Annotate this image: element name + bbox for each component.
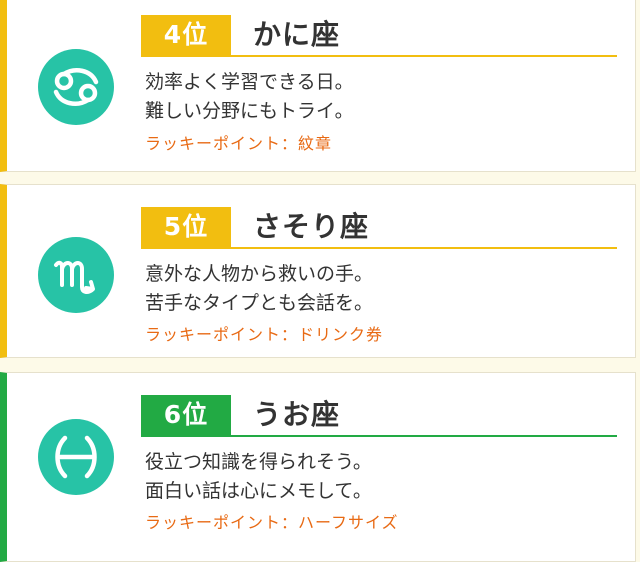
rank-badge: 6位 xyxy=(141,395,231,435)
rank-header: 6位 うお座 xyxy=(141,395,617,437)
rank-badge: 5位 xyxy=(141,207,231,247)
fortune-line: 苦手なタイプとも会話を。 xyxy=(145,292,374,314)
fortune-text: 効率よく学習できる日。 難しい分野にもトライ。 xyxy=(145,68,354,126)
sign-name: さそり座 xyxy=(253,210,370,243)
fortune-text: 役立つ知識を得られそう。 面白い話は心にメモして。 xyxy=(145,448,372,506)
lucky-point: ラッキーポイント：ハーフサイズ xyxy=(145,513,399,532)
ranking-card-scorpio[interactable]: 5位 さそり座 意外な人物から救いの手。 苦手なタイプとも会話を。 ラッキーポイ… xyxy=(0,184,636,358)
sign-name: かに座 xyxy=(253,18,341,51)
ranking-card-cancer[interactable]: 4位 かに座 効率よく学習できる日。 難しい分野にもトライ。 ラッキーポイント：… xyxy=(0,0,636,172)
cancer-icon xyxy=(38,49,114,125)
fortune-text: 意外な人物から救いの手。 苦手なタイプとも会話を。 xyxy=(145,260,373,318)
sign-name: うお座 xyxy=(253,398,341,431)
fortune-line: 効率よく学習できる日。 xyxy=(145,71,354,93)
scorpio-icon xyxy=(38,237,114,313)
pisces-icon xyxy=(38,419,114,495)
fortune-line: 難しい分野にもトライ。 xyxy=(145,100,354,122)
fortune-line: 役立つ知識を得られそう。 xyxy=(145,451,372,473)
ranking-card-pisces[interactable]: 6位 うお座 役立つ知識を得られそう。 面白い話は心にメモして。 ラッキーポイン… xyxy=(0,372,636,562)
lucky-point: ラッキーポイント：紋章 xyxy=(145,134,333,153)
fortune-line: 意外な人物から救いの手。 xyxy=(145,263,374,285)
rank-badge: 4位 xyxy=(141,15,231,55)
rank-header: 5位 さそり座 xyxy=(141,207,617,249)
lucky-point: ラッキーポイント：ドリンク券 xyxy=(145,325,384,344)
fortune-line: 面白い話は心にメモして。 xyxy=(145,480,372,502)
rank-header: 4位 かに座 xyxy=(141,15,617,57)
